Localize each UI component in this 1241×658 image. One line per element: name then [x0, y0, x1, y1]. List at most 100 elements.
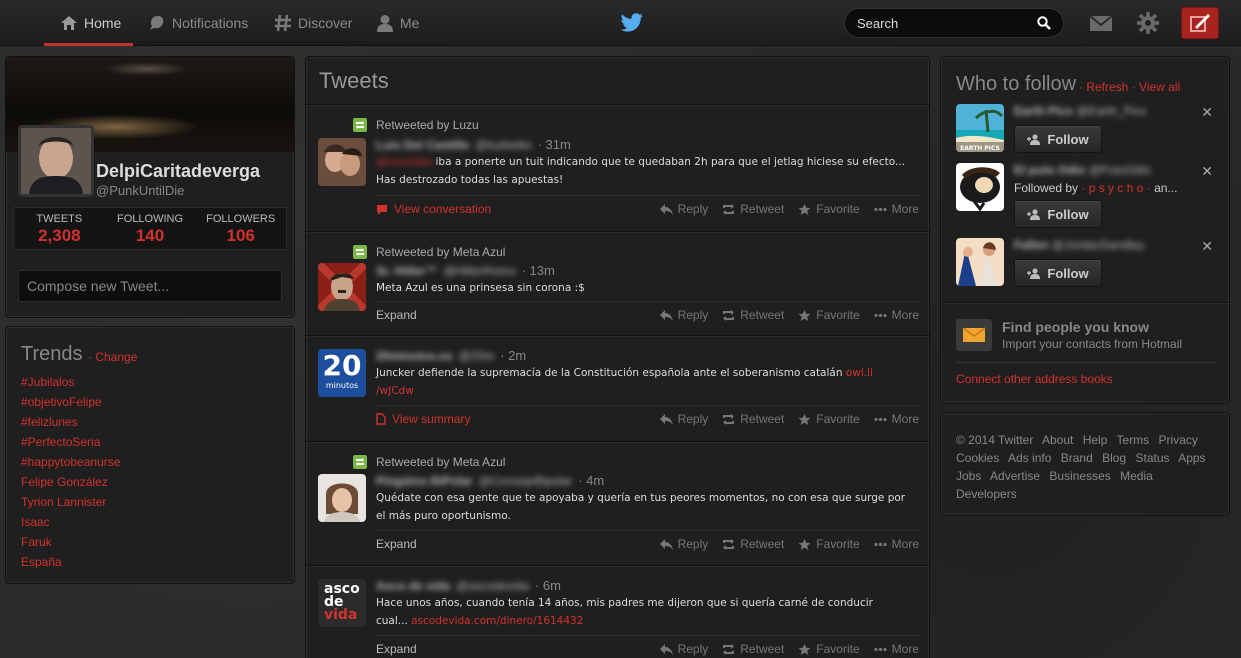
trend-item[interactable]: #happytobeanurse	[21, 452, 120, 472]
footer-link[interactable]: Help	[1083, 433, 1108, 447]
gear-icon[interactable]	[1135, 11, 1161, 35]
trend-link[interactable]: España	[21, 555, 62, 569]
search-input[interactable]	[857, 15, 1027, 31]
compose-tweet-input[interactable]	[27, 278, 273, 294]
tweet-timestamp[interactable]: · 2m	[500, 348, 526, 363]
dismiss-suggestion-icon[interactable]: ✕	[1201, 238, 1213, 255]
trend-link[interactable]: Faruk	[21, 535, 52, 549]
tweet-author-handle[interactable]: @ascodevida	[456, 579, 529, 593]
footer-link[interactable]: Jobs	[956, 469, 981, 483]
footer-link[interactable]: Developers	[956, 487, 1017, 501]
stat-followers[interactable]: FOLLOWERS 106	[195, 208, 286, 249]
reply-button[interactable]: Reply	[659, 308, 708, 322]
suggestion-avatar[interactable]	[956, 163, 1004, 211]
tweet-timestamp[interactable]: · 6m	[535, 578, 561, 593]
follow-button[interactable]: Follow	[1014, 125, 1102, 153]
tweet-timestamp[interactable]: · 13m	[522, 263, 555, 278]
profile-name[interactable]: DelpiCaritadeverga	[96, 161, 260, 182]
dismiss-suggestion-icon[interactable]: ✕	[1201, 104, 1213, 121]
favorite-button[interactable]: Favorite	[798, 202, 860, 216]
find-people-title[interactable]: Find people you know	[1002, 319, 1149, 335]
trend-link[interactable]: Tyrion Lannister	[21, 495, 106, 509]
view-summary-link[interactable]: View summary	[376, 412, 470, 426]
footer-link[interactable]: Terms	[1117, 433, 1150, 447]
trend-link[interactable]: Isaac	[21, 515, 50, 529]
tweet-author-name[interactable]: Pingüino BiPolar	[376, 474, 473, 488]
retweet-button[interactable]: Retweet	[722, 537, 784, 551]
tweet-timestamp[interactable]: · 31m	[538, 137, 571, 152]
suggestion-avatar[interactable]: EARTH PICS	[956, 104, 1004, 152]
retweeted-by[interactable]: Retweeted by Meta Azul	[376, 245, 505, 259]
trend-item[interactable]: Tyrion Lannister	[21, 492, 120, 512]
tweet-author-handle[interactable]: @HitlerRomo	[443, 264, 515, 278]
retweet-button[interactable]: Retweet	[722, 202, 784, 216]
trend-item[interactable]: #felizlunes	[21, 412, 120, 432]
trend-link[interactable]: #happytobeanurse	[21, 455, 120, 469]
nav-discover[interactable]: Discover	[274, 0, 352, 46]
footer-link[interactable]: Advertise	[990, 469, 1040, 483]
trends-change-link[interactable]: · Change	[88, 350, 137, 364]
profile-avatar[interactable]	[18, 125, 94, 197]
favorite-button[interactable]: Favorite	[798, 412, 860, 426]
tweet-avatar[interactable]	[318, 474, 366, 522]
messages-icon[interactable]	[1088, 11, 1114, 35]
tweet-avatar[interactable]: asco de vida	[318, 579, 366, 627]
trend-item[interactable]: #Jubilalos	[21, 372, 120, 392]
tweet-item[interactable]: 20 minutos 20minutos.es @20m · 2m Juncke…	[306, 336, 929, 442]
footer-link[interactable]: Ads info	[1008, 451, 1051, 465]
trend-item[interactable]: Isaac	[21, 512, 120, 532]
tweet-link[interactable]: ascodevida.com/dinero/1614432	[411, 615, 583, 627]
footer-link[interactable]: Blog	[1102, 451, 1126, 465]
footer-link[interactable]: Cookies	[956, 451, 999, 465]
tweet-item[interactable]: asco de vida Asco de vida @ascodevida · …	[306, 566, 929, 658]
tweet-timestamp[interactable]: · 4m	[578, 473, 604, 488]
suggestion-name[interactable]: Earth Pics @Earth_Pics	[1014, 104, 1146, 118]
trend-item[interactable]: #PerfectoSeria	[21, 432, 120, 452]
trend-item[interactable]: Felipe González	[21, 472, 120, 492]
nav-me[interactable]: Me	[376, 0, 419, 46]
retweet-button[interactable]: Retweet	[722, 642, 784, 656]
nav-home[interactable]: Home	[43, 0, 134, 46]
trend-link[interactable]: #PerfectoSeria	[21, 435, 100, 449]
dismiss-suggestion-icon[interactable]: ✕	[1201, 163, 1213, 180]
favorite-button[interactable]: Favorite	[798, 537, 860, 551]
view-all-link[interactable]: · View all	[1132, 80, 1180, 94]
tweet-author-name[interactable]: 20minutos.es	[376, 349, 453, 363]
footer-link[interactable]: Status	[1135, 451, 1169, 465]
more-button[interactable]: More	[874, 202, 919, 216]
footer-link[interactable]: Brand	[1061, 451, 1093, 465]
follow-button[interactable]: Follow	[1014, 259, 1102, 287]
tweet-item[interactable]: Retweeted by Luzu Luis Del Castillo @luz…	[306, 105, 929, 232]
follow-button[interactable]: Follow	[1014, 200, 1102, 228]
twitter-bird-logo[interactable]	[620, 13, 644, 33]
retweet-button[interactable]: Retweet	[722, 308, 784, 322]
more-button[interactable]: More	[874, 537, 919, 551]
favorite-button[interactable]: Favorite	[798, 642, 860, 656]
footer-link[interactable]: Apps	[1178, 451, 1205, 465]
footer-link[interactable]: Privacy	[1159, 433, 1198, 447]
compose-tweet-box[interactable]	[18, 270, 282, 302]
tweet-author-handle[interactable]: @20m	[459, 349, 495, 363]
stat-tweets[interactable]: TWEETS 2,308	[14, 208, 105, 249]
footer-link[interactable]: Businesses	[1049, 469, 1110, 483]
tweet-mention[interactable]: @luzutube	[376, 156, 432, 168]
suggestion-name[interactable]: Fallen @JordanSandley	[1014, 238, 1144, 252]
trend-link[interactable]: #felizlunes	[21, 415, 78, 429]
expand-link[interactable]: Expand	[376, 642, 417, 656]
reply-button[interactable]: Reply	[659, 202, 708, 216]
more-button[interactable]: More	[874, 642, 919, 656]
tweet-avatar[interactable]	[318, 263, 366, 311]
trend-item[interactable]: España	[21, 552, 120, 572]
stat-following[interactable]: FOLLOWING 140	[105, 208, 196, 249]
trend-item[interactable]: Faruk	[21, 532, 120, 552]
tweet-author-name[interactable]: Asco de vida	[376, 579, 450, 593]
tweet-author-name[interactable]: Sr. Hitler™	[376, 264, 437, 278]
expand-link[interactable]: Expand	[376, 308, 417, 322]
suggestion-avatar[interactable]	[956, 238, 1004, 286]
nav-notifications[interactable]: Notifications	[148, 0, 248, 46]
followed-by-user-link[interactable]: · p s y c h o ·	[1081, 181, 1150, 195]
compose-tweet-button[interactable]	[1181, 7, 1219, 39]
footer-link[interactable]: About	[1042, 433, 1073, 447]
trend-link[interactable]: Felipe González	[21, 475, 108, 489]
retweet-button[interactable]: Retweet	[722, 412, 784, 426]
